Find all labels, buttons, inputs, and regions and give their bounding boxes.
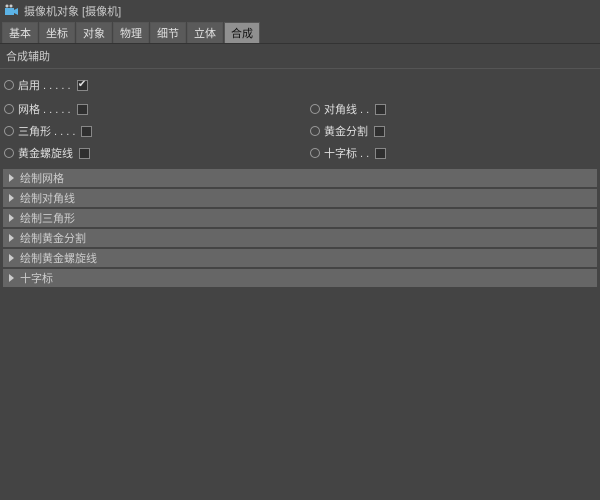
grid-label: 网格 . . . . .: [18, 101, 71, 117]
window-title: 摄像机对象 [摄像机]: [24, 3, 121, 19]
anim-dot-icon[interactable]: [310, 148, 320, 158]
spiral-label: 黄金螺旋线: [18, 145, 73, 161]
chevron-right-icon: [9, 214, 14, 222]
panel-draw-diagonal[interactable]: 绘制对角线: [3, 189, 597, 207]
diagonal-label: 对角线 . .: [324, 101, 369, 117]
properties-area: 启用 . . . . . ✔ 网格 . . . . . 对角线 . . 三角形 …: [0, 69, 600, 169]
spiral-checkbox[interactable]: [79, 148, 90, 159]
panel-draw-golden[interactable]: 绘制黄金分割: [3, 229, 597, 247]
prop-spiral-row: 黄金螺旋线: [4, 145, 290, 161]
prop-enable-row: 启用 . . . . . ✔: [4, 77, 596, 93]
grid-checkbox[interactable]: [77, 104, 88, 115]
panel-label: 绘制黄金分割: [20, 230, 86, 246]
tab-object[interactable]: 对象: [76, 22, 112, 43]
tab-basic[interactable]: 基本: [2, 22, 38, 43]
triangle-label: 三角形 . . . .: [18, 123, 75, 139]
tab-coord[interactable]: 坐标: [39, 22, 75, 43]
section-heading: 合成辅助: [0, 44, 600, 69]
crosshair-checkbox[interactable]: [375, 148, 386, 159]
panel-label: 十字标: [20, 270, 53, 286]
anim-dot-icon[interactable]: [4, 126, 14, 136]
panel-draw-spiral[interactable]: 绘制黄金螺旋线: [3, 249, 597, 267]
tab-comp[interactable]: 合成: [224, 22, 260, 43]
diagonal-checkbox[interactable]: [375, 104, 386, 115]
tab-detail[interactable]: 细节: [150, 22, 186, 43]
panel-label: 绘制对角线: [20, 190, 75, 206]
enable-checkbox[interactable]: ✔: [77, 80, 88, 91]
titlebar: 摄像机对象 [摄像机]: [0, 0, 600, 22]
panel-label: 绘制黄金螺旋线: [20, 250, 97, 266]
anim-dot-icon[interactable]: [4, 148, 14, 158]
triangle-checkbox[interactable]: [81, 126, 92, 137]
anim-dot-icon[interactable]: [310, 104, 320, 114]
collapsible-panels: 绘制网格 绘制对角线 绘制三角形 绘制黄金分割 绘制黄金螺旋线 十字标: [0, 169, 600, 287]
prop-diagonal-row: 对角线 . .: [310, 101, 596, 117]
anim-dot-icon[interactable]: [4, 104, 14, 114]
chevron-right-icon: [9, 274, 14, 282]
tab-strip: 基本 坐标 对象 物理 细节 立体 合成: [0, 22, 600, 44]
chevron-right-icon: [9, 234, 14, 242]
chevron-right-icon: [9, 174, 14, 182]
anim-dot-icon[interactable]: [310, 126, 320, 136]
panel-label: 绘制三角形: [20, 210, 75, 226]
enable-label: 启用 . . . . .: [18, 77, 71, 93]
panel-draw-triangle[interactable]: 绘制三角形: [3, 209, 597, 227]
tab-stereo[interactable]: 立体: [187, 22, 223, 43]
golden-checkbox[interactable]: [374, 126, 385, 137]
chevron-right-icon: [9, 194, 14, 202]
prop-golden-row: 黄金分割: [310, 123, 596, 139]
prop-grid: 网格 . . . . . 对角线 . . 三角形 . . . . 黄金分割 黄金…: [4, 101, 596, 161]
anim-dot-icon[interactable]: [4, 80, 14, 90]
crosshair-label: 十字标 . .: [324, 145, 369, 161]
prop-triangle-row: 三角形 . . . .: [4, 123, 290, 139]
prop-crosshair-row: 十字标 . .: [310, 145, 596, 161]
panel-label: 绘制网格: [20, 170, 64, 186]
panel-crosshair[interactable]: 十字标: [3, 269, 597, 287]
tab-physics[interactable]: 物理: [113, 22, 149, 43]
chevron-right-icon: [9, 254, 14, 262]
panel-draw-grid[interactable]: 绘制网格: [3, 169, 597, 187]
prop-grid-row: 网格 . . . . .: [4, 101, 290, 117]
golden-label: 黄金分割: [324, 123, 368, 139]
camera-icon: [4, 3, 20, 19]
